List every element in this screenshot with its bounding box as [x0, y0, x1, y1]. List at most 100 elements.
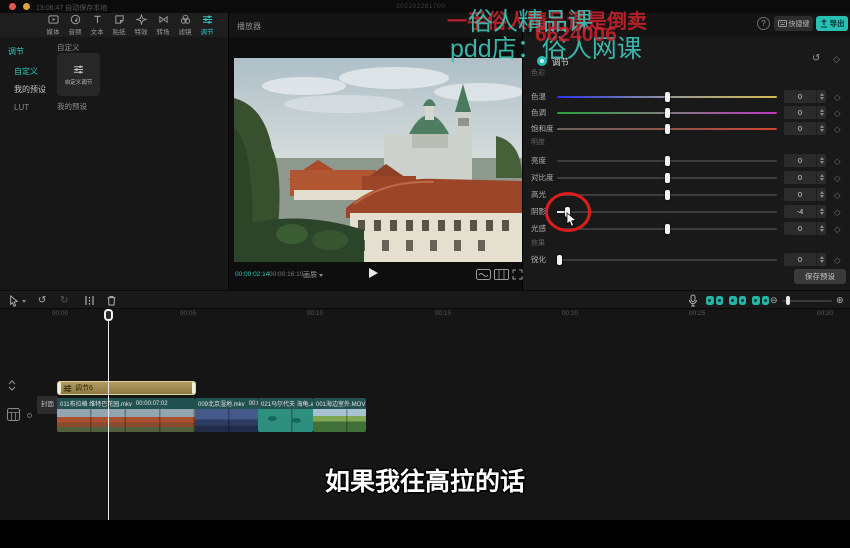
slider-handle[interactable]: [665, 190, 670, 200]
ratio-button[interactable]: [494, 269, 509, 280]
redo-button[interactable]: ↻: [60, 294, 68, 307]
adjust-clip[interactable]: 调节6: [57, 381, 196, 395]
brightness-slider[interactable]: [557, 160, 777, 162]
tab-text[interactable]: 文本: [86, 14, 108, 36]
highlight-value-box[interactable]: 0: [784, 188, 826, 201]
slider-handle[interactable]: [665, 224, 670, 234]
temperature-value-box[interactable]: 0: [784, 90, 826, 103]
track-mute-icon[interactable]: [27, 413, 32, 418]
brightness-value-box[interactable]: 0: [784, 154, 826, 167]
link-toggle[interactable]: [729, 296, 746, 305]
slider-handle[interactable]: [665, 156, 670, 166]
zoom-in-button[interactable]: ⊕: [836, 294, 844, 307]
close-window-button[interactable]: [9, 3, 16, 10]
contrast-slider[interactable]: [557, 177, 777, 179]
contrast-value-box[interactable]: 0: [784, 171, 826, 184]
autosave-status: 13:06:47 自动保存本地: [36, 3, 107, 13]
fullscreen-button[interactable]: [512, 269, 523, 280]
stepper[interactable]: [816, 122, 826, 135]
slider-handle[interactable]: [665, 108, 670, 118]
keyframe-icon[interactable]: ◇: [834, 221, 841, 237]
timeline-zoom-handle[interactable]: [786, 296, 790, 305]
slider-handle[interactable]: [557, 255, 562, 265]
saturation-value-box[interactable]: 0: [784, 122, 826, 135]
minimize-window-button[interactable]: [23, 3, 30, 10]
stepper[interactable]: [816, 106, 826, 119]
reset-icon[interactable]: ↺: [812, 53, 820, 64]
keyframe-icon[interactable]: ◇: [834, 105, 841, 121]
temperature-slider[interactable]: [557, 96, 777, 98]
custom-adjust-tile[interactable]: 自定义调节: [57, 53, 100, 96]
custom-adjust-tile-label: 自定义调节: [65, 78, 93, 86]
select-tool-button[interactable]: [9, 295, 19, 307]
sharpen-value-box[interactable]: 0: [784, 253, 826, 266]
preview-video[interactable]: [234, 58, 522, 262]
tint-slider[interactable]: [557, 112, 777, 114]
video-clip-4[interactable]: 001海边室外.MOV00: [313, 398, 366, 432]
keyframe-icon[interactable]: ◇: [834, 187, 841, 203]
quality-dropdown[interactable]: 画质: [303, 270, 323, 280]
keyframe-icon[interactable]: ◇: [834, 204, 841, 220]
light-sense-value-box[interactable]: 0: [784, 222, 826, 235]
delete-button[interactable]: [106, 295, 117, 306]
ruler-tick: 00:30: [811, 310, 839, 317]
save-preset-button[interactable]: 保存预设: [794, 269, 846, 284]
keyframe-icon[interactable]: ◇: [834, 170, 841, 186]
slider-handle[interactable]: [665, 173, 670, 183]
keyframe-icon[interactable]: ◇: [834, 89, 841, 105]
compare-view-button[interactable]: [476, 269, 491, 280]
slider-row-contrast: 对比度 0 ◇: [523, 170, 850, 186]
chevron-down-icon[interactable]: [22, 300, 26, 303]
snap-toggle[interactable]: [706, 296, 723, 305]
keyframe-icon[interactable]: ◇: [834, 121, 841, 137]
sidebar-item-lut[interactable]: LUT: [14, 103, 29, 112]
sharpen-slider[interactable]: [557, 259, 777, 261]
tab-audio[interactable]: 音频: [64, 14, 86, 36]
shortcuts-button[interactable]: 快捷键: [774, 16, 813, 31]
export-button[interactable]: 导出: [816, 16, 848, 31]
light-sense-slider[interactable]: [557, 228, 777, 230]
tab-sticker[interactable]: 贴纸: [108, 14, 130, 36]
keyboard-icon: [778, 20, 787, 27]
zoom-out-button[interactable]: ⊖: [770, 294, 778, 307]
shadow-value-box[interactable]: -4: [784, 205, 826, 218]
play-button[interactable]: [369, 268, 378, 278]
saturation-slider[interactable]: [557, 128, 777, 130]
tab-adjust[interactable]: 调节: [196, 14, 218, 36]
tab-media[interactable]: 媒体: [42, 14, 64, 36]
slider-row-brightness: 亮度 0 ◇: [523, 153, 850, 169]
stepper[interactable]: [816, 90, 826, 103]
stepper[interactable]: [816, 205, 826, 218]
video-clip-2[interactable]: 009北京湿地.mkv00:00:0: [195, 398, 258, 432]
tab-filter[interactable]: 滤镜: [174, 14, 196, 36]
tab-transition[interactable]: 转场: [152, 14, 174, 36]
highlight-slider[interactable]: [557, 194, 777, 196]
collapse-tracks-icon[interactable]: [5, 380, 19, 391]
audio-icon: [70, 14, 81, 25]
help-button[interactable]: ?: [757, 17, 770, 30]
tab-effects[interactable]: 特效: [130, 14, 152, 36]
slider-handle[interactable]: [665, 124, 670, 134]
stepper[interactable]: [816, 154, 826, 167]
stepper[interactable]: [816, 188, 826, 201]
keyframe-icon[interactable]: ◇: [834, 153, 841, 169]
stepper[interactable]: [816, 171, 826, 184]
video-clip-1[interactable]: 011布拉格 维特巴花园.mkv00:00:07:02: [57, 398, 195, 432]
cover-button[interactable]: 封面: [37, 396, 58, 414]
sidebar-item-my-presets[interactable]: 我的预设: [14, 84, 46, 95]
tint-value-box[interactable]: 0: [784, 106, 826, 119]
preview-axis-toggle[interactable]: [752, 296, 769, 305]
sidebar-item-custom[interactable]: 自定义: [14, 66, 38, 77]
keyframe-icon[interactable]: ◇: [833, 54, 840, 65]
video-clip-3[interactable]: 021马尔代夫 海龟.avi: [258, 398, 313, 432]
split-button[interactable]: [84, 295, 95, 306]
record-voiceover-button[interactable]: [688, 294, 698, 307]
keyframe-icon[interactable]: ◇: [834, 252, 841, 268]
stepper[interactable]: [816, 222, 826, 235]
sidebar-item-adjust[interactable]: 调节: [8, 46, 24, 57]
stepper[interactable]: [816, 253, 826, 266]
playhead-handle[interactable]: [104, 309, 113, 321]
undo-button[interactable]: ↺: [38, 294, 46, 307]
main-track-icon[interactable]: [7, 408, 20, 421]
slider-handle[interactable]: [665, 92, 670, 102]
